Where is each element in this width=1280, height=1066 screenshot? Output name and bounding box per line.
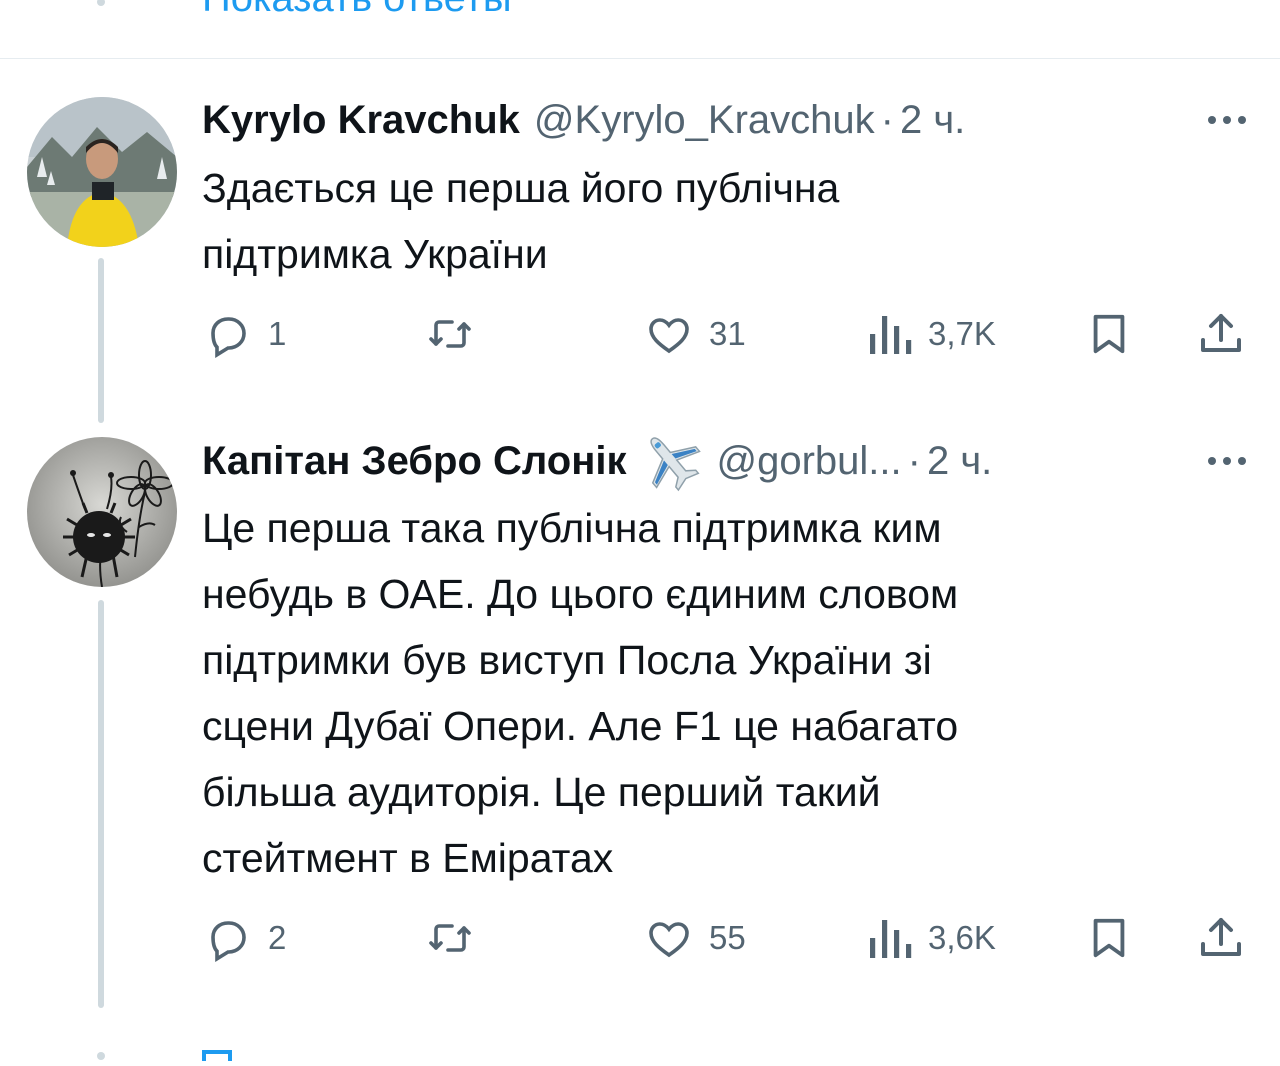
timestamp[interactable]: 2 ч.: [927, 439, 992, 484]
like-icon: [645, 914, 693, 962]
share-icon: [1197, 310, 1245, 358]
more-icon[interactable]: [1208, 116, 1246, 124]
share-icon: [1197, 914, 1245, 962]
retweet-icon: [424, 914, 476, 962]
views-button[interactable]: 3,7K: [868, 310, 996, 358]
bookmark-button[interactable]: [1086, 310, 1132, 358]
reply-count: 1: [268, 315, 287, 352]
show-replies-link[interactable]: Показать ответы: [202, 0, 512, 18]
bookmark-icon: [1086, 914, 1132, 962]
display-name[interactable]: Kyrylo Kravchuk: [202, 98, 520, 143]
bookmark-icon: [1086, 310, 1132, 358]
share-button[interactable]: [1197, 310, 1245, 358]
bookmark-button[interactable]: [1086, 914, 1132, 962]
views-icon: [868, 914, 912, 962]
views-count: 3,6K: [928, 919, 996, 956]
reply-count: 2: [268, 919, 287, 956]
next-link-remnant: [202, 1048, 232, 1061]
user-handle[interactable]: @gorbul...: [717, 439, 902, 484]
user-handle[interactable]: @Kyrylo_Kravchuk: [534, 98, 875, 143]
like-count: 55: [709, 919, 746, 956]
share-button[interactable]: [1197, 914, 1245, 962]
reply-icon: [204, 310, 252, 358]
divider: [0, 58, 1280, 59]
like-count: 31: [709, 315, 746, 352]
views-icon: [868, 310, 912, 358]
previous-thread-remnant: Показать ответы: [0, 0, 1280, 58]
like-button[interactable]: 31: [645, 310, 746, 358]
like-button[interactable]: 55: [645, 914, 746, 962]
tweet-header: Kyrylo Kravchuk @Kyrylo_Kravchuk · 2 ч.: [202, 95, 965, 145]
like-icon: [645, 310, 693, 358]
separator-dot: ·: [880, 97, 894, 142]
reply-icon: [204, 914, 252, 962]
views-button[interactable]: 3,6K: [868, 914, 996, 962]
views-count: 3,7K: [928, 315, 996, 352]
airplane-emoji-icon: [639, 430, 703, 492]
reply-button[interactable]: 1: [204, 310, 286, 358]
retweet-button[interactable]: [424, 914, 476, 962]
tweet-header: Капітан Зебро Слонік @gorbul... · 2 ч.: [202, 436, 992, 492]
retweet-icon: [424, 310, 476, 358]
reply-button[interactable]: 2: [204, 914, 286, 962]
thread-continuation-dots: [97, 0, 105, 12]
tweet-text: Це перша така публічна підтримка ким неб…: [202, 505, 959, 881]
retweet-button[interactable]: [424, 310, 476, 358]
display-name[interactable]: Капітан Зебро Слонік: [202, 439, 627, 484]
separator-dot: ·: [907, 438, 921, 483]
more-icon[interactable]: [1208, 457, 1246, 465]
tweet-actions: 1 31 3,7K: [0, 310, 1280, 358]
thread-continuation-dots: [97, 1052, 105, 1066]
tweet-text: Здається це перша його публічна підтримк…: [202, 165, 840, 277]
avatar[interactable]: [27, 437, 177, 587]
tweet-actions: 2 55 3,6K: [0, 914, 1280, 962]
timestamp[interactable]: 2 ч.: [900, 98, 965, 143]
avatar[interactable]: [27, 97, 177, 247]
